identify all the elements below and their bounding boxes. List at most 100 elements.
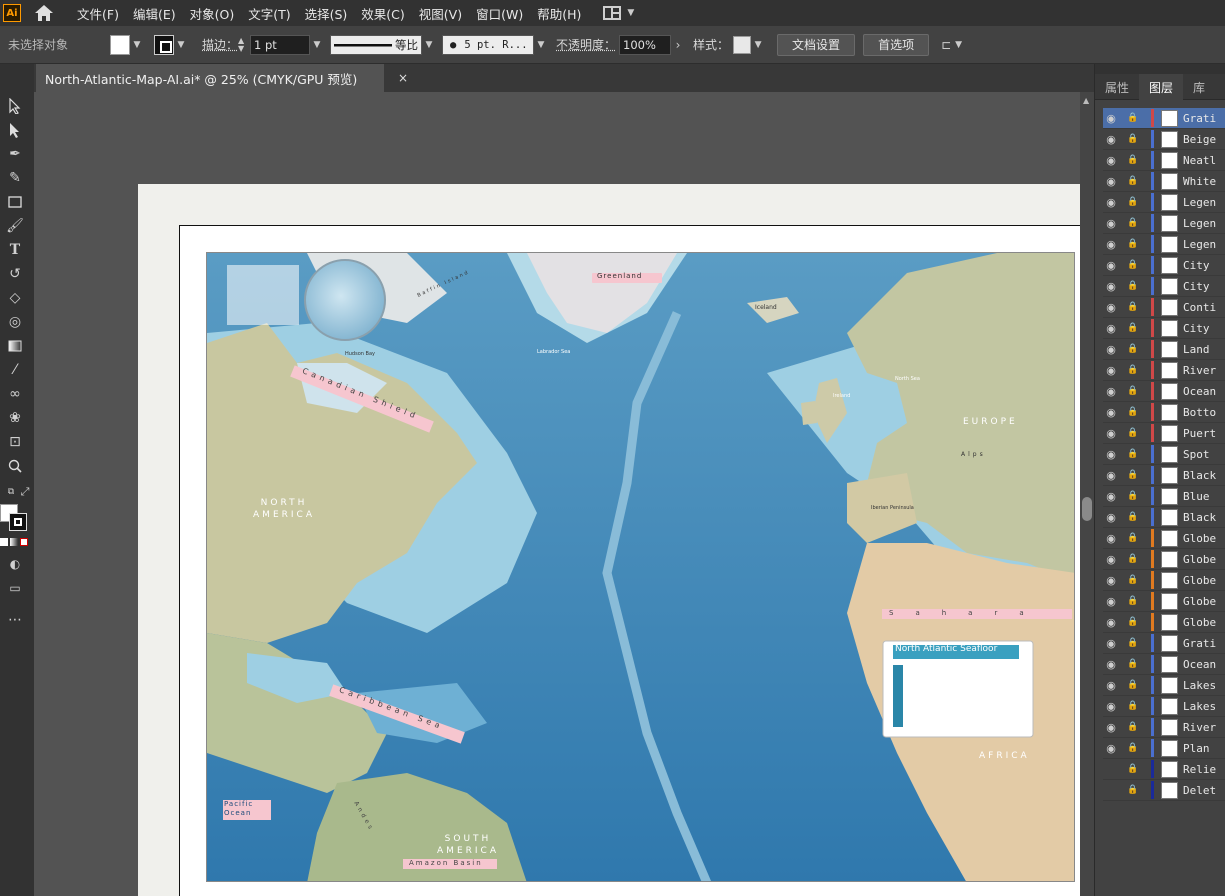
visibility-eye-icon[interactable]: ◉ [1103, 406, 1119, 419]
gradient-tool-icon[interactable] [4, 336, 26, 356]
layer-row[interactable]: ◉ 🔒 Blue [1103, 486, 1225, 507]
layer-row[interactable]: ◉ 🔒 Globe [1103, 591, 1225, 612]
layer-name[interactable]: Lakes [1183, 700, 1216, 713]
layer-name[interactable]: Botto [1183, 406, 1216, 419]
none-mode-icon[interactable] [20, 538, 28, 546]
layer-name[interactable]: City [1183, 259, 1210, 272]
layer-row[interactable]: ◉ 🔒 City [1103, 255, 1225, 276]
layer-name[interactable]: Globe [1183, 595, 1216, 608]
visibility-eye-icon[interactable]: ◉ [1103, 217, 1119, 230]
lock-icon[interactable]: 🔒 [1125, 764, 1141, 774]
draw-mode-icon[interactable]: ◐ [4, 554, 26, 574]
direct-selection-tool-icon[interactable] [4, 120, 26, 140]
layer-name[interactable]: River [1183, 364, 1216, 377]
lock-icon[interactable]: 🔒 [1125, 617, 1141, 627]
curvature-tool-icon[interactable]: ✎ [4, 168, 26, 188]
layer-name[interactable]: White [1183, 175, 1216, 188]
lock-icon[interactable]: 🔒 [1125, 239, 1141, 249]
layer-row[interactable]: ◉ 🔒 Neatl [1103, 150, 1225, 171]
layer-name[interactable]: Ocean [1183, 658, 1216, 671]
lock-icon[interactable]: 🔒 [1125, 743, 1141, 753]
lock-icon[interactable]: 🔒 [1125, 638, 1141, 648]
stroke-weight-dropdown-icon[interactable]: ▼ [310, 35, 324, 55]
layer-name[interactable]: City [1183, 322, 1210, 335]
layer-name[interactable]: Beige [1183, 133, 1216, 146]
visibility-eye-icon[interactable]: ◉ [1103, 616, 1119, 629]
lock-icon[interactable]: 🔒 [1125, 218, 1141, 228]
opacity-field[interactable]: 100% [619, 34, 672, 55]
layer-row[interactable]: ◉ 🔒 Botto [1103, 402, 1225, 423]
layer-name[interactable]: Globe [1183, 574, 1216, 587]
layer-row[interactable]: ◉ 🔒 Ocean [1103, 381, 1225, 402]
layer-name[interactable]: Legen [1183, 196, 1216, 209]
visibility-eye-icon[interactable]: ◉ [1103, 469, 1119, 482]
visibility-eye-icon[interactable]: ◉ [1103, 196, 1119, 209]
brush-dropdown-icon[interactable]: ▼ [534, 35, 548, 55]
layer-name[interactable]: Ocean [1183, 385, 1216, 398]
layer-name[interactable]: Legen [1183, 238, 1216, 251]
lock-icon[interactable]: 🔒 [1125, 323, 1141, 333]
visibility-eye-icon[interactable]: ◉ [1103, 574, 1119, 587]
layer-name[interactable]: Delet [1183, 784, 1216, 797]
lock-icon[interactable]: 🔒 [1125, 260, 1141, 270]
lock-icon[interactable]: 🔒 [1125, 344, 1141, 354]
eraser-tool-icon[interactable]: ◇ [4, 288, 26, 308]
layer-name[interactable]: Conti [1183, 301, 1216, 314]
lock-icon[interactable]: 🔒 [1125, 470, 1141, 480]
layer-name[interactable]: Black [1183, 511, 1216, 524]
layer-name[interactable]: Grati [1183, 637, 1216, 650]
visibility-eye-icon[interactable]: ◉ [1103, 280, 1119, 293]
visibility-eye-icon[interactable]: ◉ [1103, 385, 1119, 398]
stroke-stepper-icon[interactable]: ▲ ▼ [238, 36, 248, 53]
visibility-eye-icon[interactable]: ◉ [1103, 721, 1119, 734]
layer-row[interactable]: ◉ 🔒 Plan [1103, 738, 1225, 759]
more-tools-icon[interactable]: ⋯ [4, 610, 26, 630]
stroke-profile-dropdown-icon[interactable]: ▼ [422, 35, 436, 55]
pen-tool-icon[interactable]: ✒ [4, 144, 26, 164]
layer-name[interactable]: Black [1183, 469, 1216, 482]
stroke-color-swatch[interactable] [154, 34, 174, 55]
lock-icon[interactable]: 🔒 [1125, 554, 1141, 564]
brush-select[interactable]: ● 5 pt. R... [442, 34, 535, 55]
visibility-eye-icon[interactable]: ◉ [1103, 175, 1119, 188]
preferences-button[interactable]: 首选项 [863, 33, 930, 56]
blend-tool-icon[interactable]: ∞ [4, 384, 26, 404]
layer-row[interactable]: ◉ 🔒 Land [1103, 339, 1225, 360]
zoom-tool-icon[interactable] [4, 456, 26, 476]
lock-icon[interactable]: 🔒 [1125, 449, 1141, 459]
visibility-eye-icon[interactable]: ◉ [1103, 658, 1119, 671]
chevron-down-icon[interactable]: ▼ [955, 40, 962, 50]
fill-dropdown-icon[interactable]: ▼ [130, 35, 144, 55]
lock-icon[interactable]: 🔒 [1125, 533, 1141, 543]
layer-row[interactable]: ◉ 🔒 Lakes [1103, 675, 1225, 696]
menu-window[interactable]: 窗口(W) [476, 4, 523, 23]
layer-row[interactable]: ◉ 🔒 Conti [1103, 297, 1225, 318]
visibility-eye-icon[interactable]: ◉ [1103, 343, 1119, 356]
layer-row[interactable]: ◉ 🔒 Beige [1103, 129, 1225, 150]
menu-file[interactable]: 文件(F) [77, 4, 119, 23]
layer-name[interactable]: Globe [1183, 532, 1216, 545]
menu-object[interactable]: 对象(O) [190, 4, 235, 23]
style-dropdown-icon[interactable]: ▼ [751, 35, 765, 55]
artboard-tool-icon[interactable]: ⊡ [4, 432, 26, 452]
layer-name[interactable]: Relie [1183, 763, 1216, 776]
menu-select[interactable]: 选择(S) [305, 4, 348, 23]
eyedropper-tool-icon[interactable]: ⁄ [4, 360, 26, 380]
layer-row[interactable]: ◉ 🔒 Legen [1103, 192, 1225, 213]
visibility-eye-icon[interactable]: ◉ [1103, 742, 1119, 755]
layer-row[interactable]: ◉ 🔒 White [1103, 171, 1225, 192]
menu-type[interactable]: 文字(T) [248, 4, 290, 23]
stroke-swatch-large[interactable] [9, 513, 27, 531]
color-mode-buttons[interactable] [0, 538, 28, 546]
rotate-tool-icon[interactable]: ↺ [4, 264, 26, 284]
visibility-eye-icon[interactable]: ◉ [1103, 595, 1119, 608]
layer-name[interactable]: River [1183, 721, 1216, 734]
layer-name[interactable]: Grati [1183, 112, 1216, 125]
layer-row[interactable]: ◉ 🔒 Globe [1103, 612, 1225, 633]
layer-row[interactable]: ◉ 🔒 Globe [1103, 528, 1225, 549]
close-icon[interactable]: × [398, 71, 408, 85]
layer-name[interactable]: Puert [1183, 427, 1216, 440]
document-setup-button[interactable]: 文档设置 [777, 33, 856, 56]
visibility-eye-icon[interactable]: ◉ [1103, 238, 1119, 251]
layer-name[interactable]: Land [1183, 343, 1210, 356]
